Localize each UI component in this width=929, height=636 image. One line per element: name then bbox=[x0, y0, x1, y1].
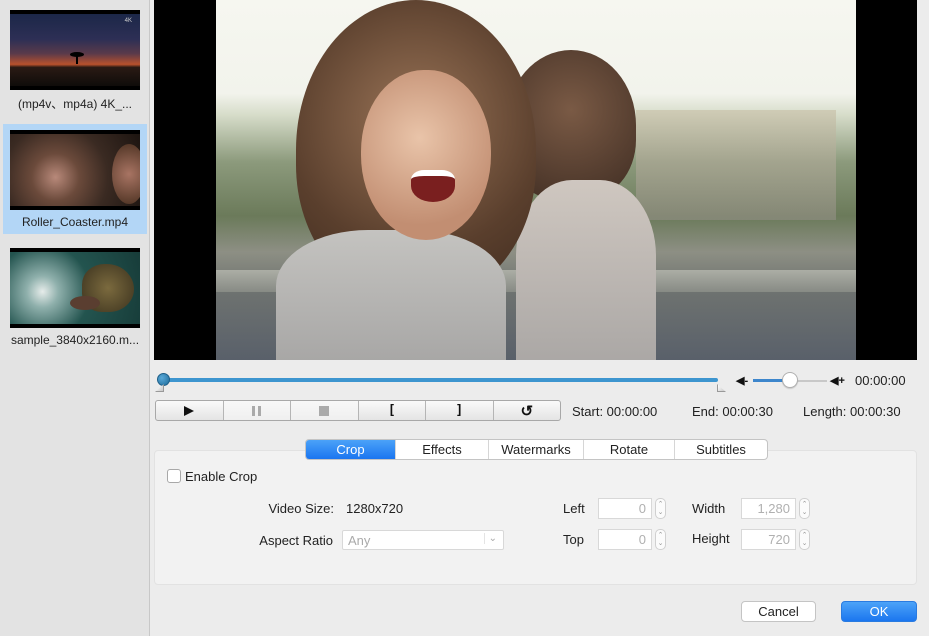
volume-down-icon[interactable]: ◀- bbox=[736, 374, 748, 387]
pause-button[interactable] bbox=[223, 401, 291, 420]
bracket-open-icon: [ bbox=[387, 403, 396, 418]
tab-crop[interactable]: Crop bbox=[306, 440, 396, 459]
video-size-label: Video Size: bbox=[268, 501, 334, 516]
left-label: Left bbox=[563, 501, 585, 516]
play-button[interactable] bbox=[156, 401, 224, 420]
enable-crop-label: Enable Crop bbox=[185, 469, 258, 484]
video-thumbnail bbox=[10, 248, 140, 328]
start-time: Start: 00:00:00 bbox=[572, 404, 658, 419]
video-thumbnail bbox=[10, 130, 140, 210]
playhead-knob[interactable] bbox=[157, 373, 170, 386]
volume-knob[interactable] bbox=[782, 372, 798, 388]
video-size-value: 1280x720 bbox=[346, 501, 404, 516]
left-stepper[interactable]: ⌃ ⌄ bbox=[655, 498, 666, 519]
tab-subtitles[interactable]: Subtitles bbox=[675, 440, 767, 459]
video-frame bbox=[216, 0, 856, 360]
aspect-ratio-select[interactable]: Any ⌄ bbox=[342, 530, 504, 550]
playback-controls: [ ] ↺ bbox=[155, 400, 561, 421]
edit-tabs: Crop Effects Watermarks Rotate Subtitles bbox=[305, 439, 768, 460]
file-item[interactable]: 4K (mp4v、mp4a) 4K_... bbox=[3, 4, 147, 113]
aspect-ratio-value: Any bbox=[348, 533, 371, 548]
file-list-sidebar: 4K (mp4v、mp4a) 4K_... Roller_Coaster.mp4… bbox=[0, 0, 150, 636]
height-label: Height bbox=[692, 531, 730, 546]
stop-button[interactable] bbox=[291, 401, 359, 420]
top-label: Top bbox=[563, 532, 584, 547]
pause-icon bbox=[252, 405, 262, 416]
tab-watermarks[interactable]: Watermarks bbox=[489, 440, 584, 459]
top-input[interactable]: 0 bbox=[598, 529, 652, 550]
file-item-selected[interactable]: Roller_Coaster.mp4 bbox=[3, 124, 147, 234]
chevron-down-icon: ⌄ bbox=[483, 533, 497, 544]
trim-end-marker[interactable] bbox=[717, 384, 726, 392]
video-preview[interactable] bbox=[154, 0, 917, 360]
volume-up-icon[interactable]: ◀+ bbox=[830, 374, 845, 387]
file-name: sample_3840x2160.m... bbox=[10, 333, 140, 347]
video-thumbnail: 4K bbox=[10, 10, 140, 90]
enable-crop-checkbox[interactable] bbox=[167, 469, 181, 483]
end-time: End: 00:00:30 bbox=[692, 404, 773, 419]
set-start-button[interactable]: [ bbox=[359, 401, 426, 420]
width-label: Width bbox=[692, 501, 726, 516]
file-name: Roller_Coaster.mp4 bbox=[21, 215, 129, 229]
tab-effects[interactable]: Effects bbox=[396, 440, 489, 459]
tab-rotate[interactable]: Rotate bbox=[584, 440, 675, 459]
stop-icon bbox=[319, 405, 330, 416]
width-stepper[interactable]: ⌃ ⌄ bbox=[799, 498, 810, 519]
file-item[interactable]: sample_3840x2160.m... bbox=[3, 242, 147, 351]
reset-button[interactable]: ↺ bbox=[494, 401, 561, 420]
set-end-button[interactable]: ] bbox=[426, 401, 494, 420]
height-input[interactable]: 720 bbox=[741, 529, 796, 550]
aspect-ratio-label: Aspect Ratio bbox=[259, 533, 333, 548]
length-time: Length: 00:00:30 bbox=[803, 404, 901, 419]
top-stepper[interactable]: ⌃ ⌄ bbox=[655, 529, 666, 550]
ok-button[interactable]: OK bbox=[841, 601, 917, 622]
height-stepper[interactable]: ⌃ ⌄ bbox=[799, 529, 810, 550]
reset-icon: ↺ bbox=[520, 402, 534, 420]
4k-badge: 4K bbox=[124, 18, 132, 24]
bracket-close-icon: ] bbox=[455, 403, 464, 418]
play-icon bbox=[184, 405, 195, 416]
cancel-button[interactable]: Cancel bbox=[741, 601, 816, 622]
playback-timeline[interactable] bbox=[162, 378, 718, 382]
file-name: (mp4v、mp4a) 4K_... bbox=[17, 97, 133, 111]
width-input[interactable]: 1,280 bbox=[741, 498, 796, 519]
current-time: 00:00:00 bbox=[855, 373, 906, 388]
left-input[interactable]: 0 bbox=[598, 498, 652, 519]
